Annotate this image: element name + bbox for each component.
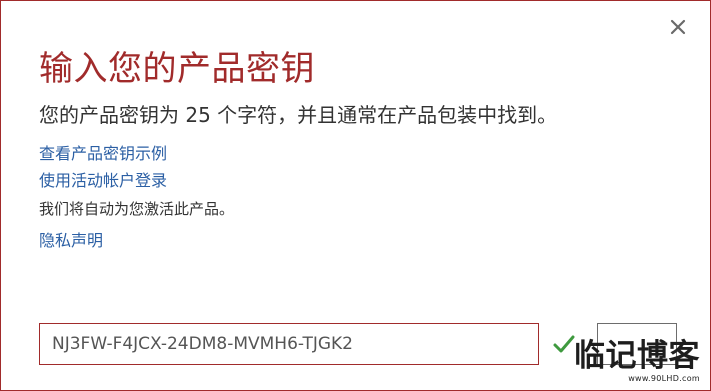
- use-active-account-link[interactable]: 使用活动帐户登录: [39, 170, 167, 192]
- dialog-title: 输入您的产品密钥: [39, 49, 315, 89]
- close-button[interactable]: [664, 13, 692, 41]
- product-key-input[interactable]: [39, 323, 539, 365]
- auto-activate-note: 我们将自动为您激活此产品。: [39, 200, 235, 218]
- product-key-dialog: 输入您的产品密钥 您的产品密钥为 25 个字符，并且通常在产品包装中找到。 查看…: [0, 0, 711, 391]
- watermark-url: www.90LHD.com: [628, 374, 700, 383]
- product-key-row: [39, 323, 699, 367]
- privacy-statement-link[interactable]: 隐私声明: [39, 230, 103, 252]
- close-icon: [670, 19, 686, 35]
- key-valid-indicator: [551, 331, 577, 357]
- dialog-content: 输入您的产品密钥 您的产品密钥为 25 个字符，并且通常在产品包装中找到。 查看…: [39, 45, 672, 252]
- checkmark-icon: [553, 335, 575, 353]
- dialog-subtitle: 您的产品密钥为 25 个字符，并且通常在产品包装中找到。: [39, 103, 558, 127]
- view-key-example-link[interactable]: 查看产品密钥示例: [39, 143, 167, 165]
- install-button[interactable]: [597, 323, 677, 365]
